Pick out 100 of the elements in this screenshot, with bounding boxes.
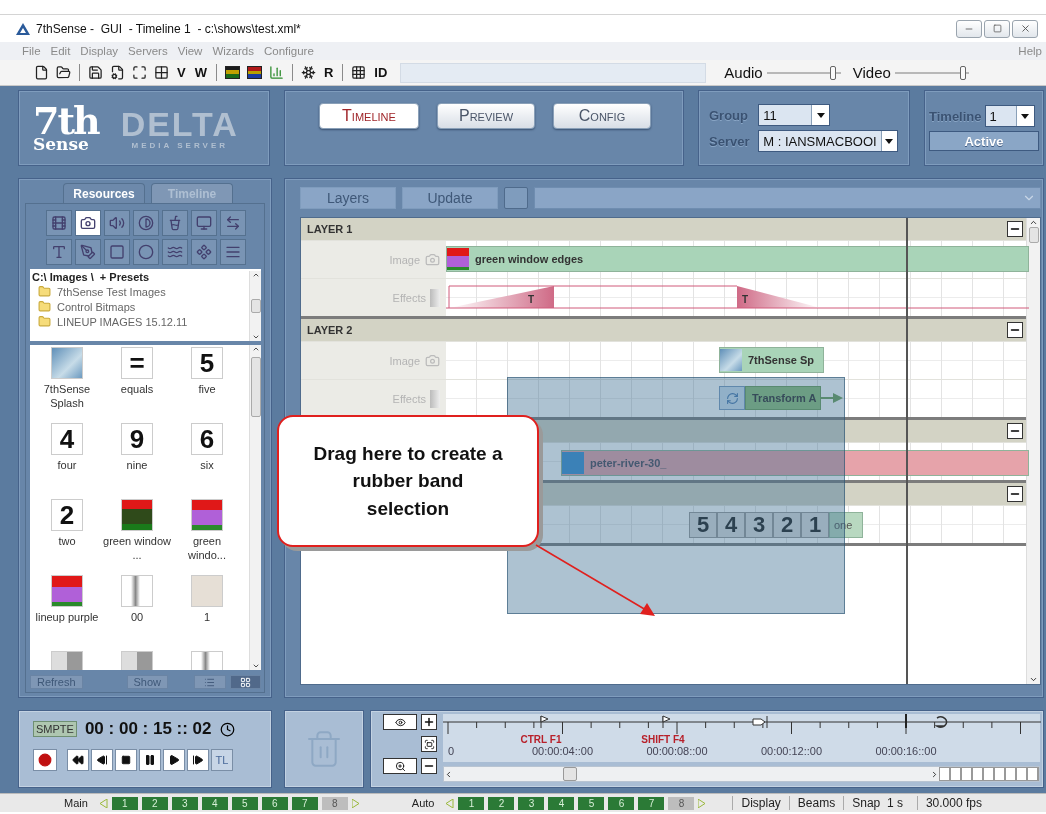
output-button[interactable]: 4 bbox=[548, 796, 575, 810]
image-thumbnail[interactable]: 6 bbox=[191, 423, 223, 455]
slider-thumb[interactable] bbox=[959, 65, 966, 80]
collapse-button[interactable] bbox=[1007, 486, 1023, 502]
output-button[interactable]: 6 bbox=[261, 796, 288, 810]
dropdown-field[interactable]: 11 bbox=[758, 104, 831, 126]
output-button[interactable]: 7 bbox=[291, 796, 318, 810]
step-forward-button[interactable] bbox=[187, 749, 209, 771]
dropdown-field[interactable] bbox=[534, 187, 1041, 209]
zoom-in-button[interactable] bbox=[421, 714, 437, 730]
image-thumbnail[interactable] bbox=[51, 575, 83, 607]
dropdown-field[interactable]: M : IANSMACBOOI bbox=[758, 130, 899, 152]
output-button[interactable]: 8 bbox=[321, 796, 348, 810]
vertical-scrollbar[interactable] bbox=[249, 271, 261, 341]
output-button[interactable]: 6 bbox=[608, 796, 635, 810]
toolbar-button[interactable] bbox=[55, 64, 72, 81]
media-clip[interactable]: 7thSense Sp bbox=[719, 347, 824, 373]
image-thumbnail[interactable]: = bbox=[121, 347, 153, 379]
record-button[interactable] bbox=[33, 749, 57, 771]
output-button[interactable]: 3 bbox=[171, 796, 198, 810]
toolbar-button[interactable] bbox=[131, 64, 148, 81]
menu-item[interactable]: Wizards bbox=[212, 45, 254, 57]
output-button[interactable]: 5 bbox=[578, 796, 605, 810]
toolbar-button[interactable] bbox=[350, 64, 368, 81]
tl-button[interactable]: TL bbox=[211, 749, 233, 771]
toolbar-button[interactable] bbox=[87, 64, 104, 81]
image-thumbnail[interactable] bbox=[121, 575, 153, 607]
toolbar-button[interactable] bbox=[299, 64, 317, 81]
nav-tab[interactable]: Preview bbox=[437, 103, 535, 129]
media-clip[interactable]: green window edges bbox=[446, 246, 1029, 272]
output-button[interactable]: 4 bbox=[201, 796, 228, 810]
panel-tab[interactable]: Resources bbox=[63, 183, 145, 203]
rewind-button[interactable] bbox=[67, 749, 89, 771]
toolbar-button[interactable]: V bbox=[175, 65, 188, 80]
toolbar-button[interactable] bbox=[153, 64, 170, 81]
output-button[interactable]: 1 bbox=[458, 796, 485, 810]
dropdown-field[interactable]: 1 bbox=[984, 105, 1035, 127]
folder-item[interactable]: LINEUP IMAGES 15.12.11 bbox=[57, 315, 188, 328]
active-button[interactable]: Active bbox=[929, 131, 1039, 151]
scrollbar-thumb[interactable] bbox=[250, 357, 261, 417]
toolbar-button[interactable]: Update bbox=[402, 187, 498, 209]
countdown-clip[interactable]: 5 4 3 2 1 one bbox=[689, 512, 864, 538]
menu-item[interactable]: View bbox=[177, 45, 203, 57]
image-thumbnail[interactable] bbox=[191, 499, 223, 531]
stop-button[interactable] bbox=[115, 749, 137, 771]
fit-button[interactable] bbox=[421, 736, 437, 752]
dropdown-button[interactable] bbox=[880, 131, 898, 151]
toolbar-button[interactable] bbox=[109, 64, 126, 81]
toolbar-button[interactable]: ID bbox=[372, 65, 390, 80]
image-thumbnail[interactable] bbox=[121, 499, 153, 531]
time-ruler[interactable]: CTRL F1 SHIFT F4 0 00:00:04::00 00:00:08::00 00:00:12::00 00:00:16::00 bbox=[443, 714, 1040, 762]
refresh-button[interactable]: Refresh bbox=[30, 675, 83, 689]
horizontal-scrollbar[interactable] bbox=[443, 766, 1040, 782]
minimize-button[interactable] bbox=[956, 19, 982, 38]
toolbar-button[interactable]: R bbox=[321, 65, 336, 80]
zoom-to-fit-button[interactable] bbox=[383, 758, 417, 774]
collapse-button[interactable] bbox=[1007, 322, 1023, 338]
image-thumbnail[interactable]: 4 bbox=[51, 423, 83, 455]
play-button[interactable] bbox=[163, 749, 185, 771]
close-button[interactable] bbox=[1012, 19, 1038, 38]
menu-item[interactable]: Display bbox=[80, 45, 119, 57]
scrollbar-thumb[interactable] bbox=[250, 299, 261, 313]
image-thumbnail[interactable]: 5 bbox=[191, 347, 223, 379]
image-thumbnail[interactable] bbox=[51, 347, 83, 379]
visibility-button[interactable] bbox=[383, 714, 417, 730]
output-button[interactable]: 8 bbox=[668, 796, 695, 810]
menu-item[interactable]: Configure bbox=[263, 45, 314, 57]
slider-thumb[interactable] bbox=[830, 65, 837, 80]
folder-item[interactable]: Control Bitmaps bbox=[57, 300, 136, 313]
menu-item[interactable]: Help bbox=[1018, 45, 1042, 57]
step-back-button[interactable] bbox=[91, 749, 113, 771]
output-button[interactable]: 2 bbox=[141, 796, 168, 810]
toolbar-button[interactable] bbox=[245, 64, 263, 81]
toolbar-button[interactable]: Layers bbox=[300, 187, 396, 209]
scrollbar-thumb[interactable] bbox=[563, 767, 577, 781]
nav-tab[interactable]: Timeline bbox=[319, 103, 419, 129]
nav-tab[interactable]: Config bbox=[553, 103, 651, 129]
menu-item[interactable]: Edit bbox=[50, 45, 71, 57]
collapse-button[interactable] bbox=[1007, 423, 1023, 439]
menu-item[interactable]: File bbox=[22, 45, 41, 57]
image-thumbnail[interactable]: 2 bbox=[51, 499, 83, 531]
dropdown-button[interactable] bbox=[1015, 106, 1034, 126]
image-thumbnail[interactable] bbox=[191, 575, 223, 607]
scrollbar-thumb[interactable] bbox=[1028, 227, 1039, 243]
output-button[interactable]: 5 bbox=[231, 796, 258, 810]
output-button[interactable]: 7 bbox=[638, 796, 665, 810]
resource-type-button[interactable] bbox=[74, 210, 101, 236]
show-button[interactable]: Show bbox=[126, 675, 169, 689]
grid-view-button[interactable] bbox=[229, 675, 261, 689]
menu-item[interactable]: Servers bbox=[128, 45, 168, 57]
output-button[interactable]: 2 bbox=[488, 796, 515, 810]
folder-item[interactable]: 7thSense Test Images bbox=[57, 285, 166, 298]
maximize-button[interactable] bbox=[984, 19, 1010, 38]
output-button[interactable]: 1 bbox=[111, 796, 138, 810]
collapse-button[interactable] bbox=[1007, 221, 1023, 237]
effect-clip[interactable]: Transform A bbox=[745, 386, 822, 410]
zoom-out-button[interactable] bbox=[421, 758, 437, 774]
vertical-scrollbar[interactable] bbox=[1026, 218, 1040, 684]
vertical-scrollbar[interactable] bbox=[249, 345, 261, 670]
toolbar-button[interactable] bbox=[223, 64, 241, 81]
